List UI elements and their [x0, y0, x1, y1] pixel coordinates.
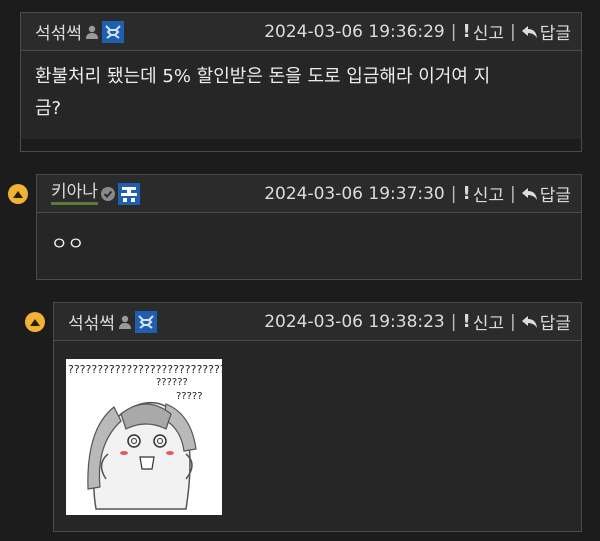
- comment-body: ??????????????????????????? ?????? ?????: [54, 341, 581, 531]
- reply-button[interactable]: 답글: [521, 309, 571, 334]
- verified-icon: [100, 186, 115, 201]
- exclamation-icon: !: [462, 183, 471, 204]
- comment-header: 석섞썩 2024-03-06 19:36:29 | ! 신고 | 답글: [21, 13, 581, 51]
- comment-text: ㅇㅇ: [51, 234, 85, 255]
- nickname-group[interactable]: 석섞썩: [68, 309, 157, 334]
- badge-icon: [117, 182, 140, 205]
- reply-label: 답글: [539, 24, 571, 44]
- comment-1: 석섞썩 2024-03-06 19:36:29 | ! 신고 | 답글 환불처리 …: [20, 12, 582, 152]
- separator: |: [509, 183, 516, 204]
- exclamation-icon: !: [462, 21, 471, 42]
- reply-arrow-icon: [521, 25, 537, 38]
- person-icon: [118, 315, 131, 329]
- separator: |: [450, 183, 457, 204]
- separator: |: [509, 311, 516, 332]
- reply-label: 답글: [539, 186, 571, 206]
- reply-arrow-icon: [521, 315, 537, 328]
- separator: |: [450, 21, 457, 42]
- timestamp: 2024-03-06 19:36:29: [264, 21, 445, 42]
- badge-icon: [134, 310, 157, 333]
- sticker-caption-3: ?????: [176, 391, 203, 402]
- sticker-caption-2: ??????: [156, 377, 188, 388]
- comment-3: 석섞썩 2024-03-06 19:38:23 | ! 신고 | 답글 ?????…: [53, 302, 582, 532]
- report-label: 신고: [472, 314, 504, 334]
- comment-text-line1: 환불처리 됐는데 5% 할인받은 돈을 도로 입금해라 이거여 지: [35, 66, 491, 87]
- caret-up-icon: [13, 190, 23, 198]
- nickname[interactable]: 키아나: [51, 182, 98, 205]
- comment-text-line2: 금?: [35, 98, 62, 119]
- nickname-group[interactable]: 석섞썩: [35, 19, 124, 44]
- reply-button[interactable]: 답글: [521, 181, 571, 206]
- reply-label: 답글: [539, 314, 571, 334]
- separator: |: [509, 21, 516, 42]
- comment-header: 석섞썩 2024-03-06 19:38:23 | ! 신고 | 답글: [54, 303, 581, 341]
- badge-icon: [101, 20, 124, 43]
- collapse-button[interactable]: [25, 312, 45, 332]
- report-button[interactable]: ! 신고: [462, 181, 504, 206]
- nickname[interactable]: 석섞썩: [35, 19, 82, 44]
- comment-header: 키아나 2024-03-06 19:37:30 | ! 신고 | 답글: [37, 175, 581, 213]
- person-icon: [85, 25, 98, 39]
- comment-body: ㅇㅇ: [37, 213, 581, 279]
- reply-arrow-icon: [521, 187, 537, 200]
- report-label: 신고: [472, 24, 504, 44]
- report-label: 신고: [472, 186, 504, 206]
- report-button[interactable]: ! 신고: [462, 309, 504, 334]
- exclamation-icon: !: [462, 311, 471, 332]
- comment-body: 환불처리 됐는데 5% 할인받은 돈을 도로 입금해라 이거여 지 금?: [21, 51, 581, 139]
- comment-2: 키아나 2024-03-06 19:37:30 | ! 신고 | 답글 ㅇㅇ: [36, 174, 582, 280]
- caret-up-icon: [30, 318, 40, 326]
- confused-girl-sticker[interactable]: ??????????????????????????? ?????? ?????: [66, 359, 222, 515]
- sticker-caption: ???????????????????????????: [68, 363, 222, 376]
- timestamp: 2024-03-06 19:37:30: [264, 183, 445, 204]
- collapse-button[interactable]: [8, 184, 28, 204]
- report-button[interactable]: ! 신고: [462, 19, 504, 44]
- nickname-group[interactable]: 키아나: [51, 182, 140, 205]
- separator: |: [450, 311, 457, 332]
- nickname[interactable]: 석섞썩: [68, 309, 115, 334]
- reply-button[interactable]: 답글: [521, 19, 571, 44]
- timestamp: 2024-03-06 19:38:23: [264, 311, 445, 332]
